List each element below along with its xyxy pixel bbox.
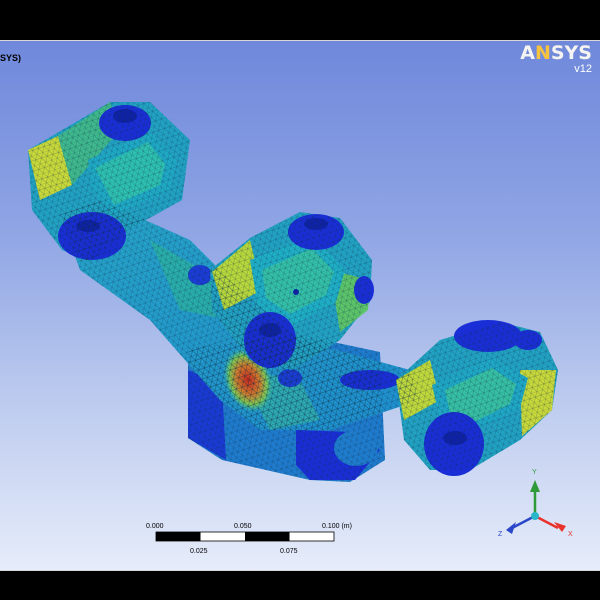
triad-x-label: X: [568, 531, 573, 538]
triad-y-label: Y: [532, 469, 537, 476]
graphics-viewport[interactable]: SYS) ANSYS v12 0.000 0.050 0.100 (m) 0.0…: [0, 40, 600, 571]
triad-z-label: Z: [498, 531, 503, 538]
coordinate-triad[interactable]: Y X Z: [0, 40, 600, 571]
triad-origin-icon: [531, 512, 539, 520]
y-axis-arrow-icon: [530, 480, 540, 492]
